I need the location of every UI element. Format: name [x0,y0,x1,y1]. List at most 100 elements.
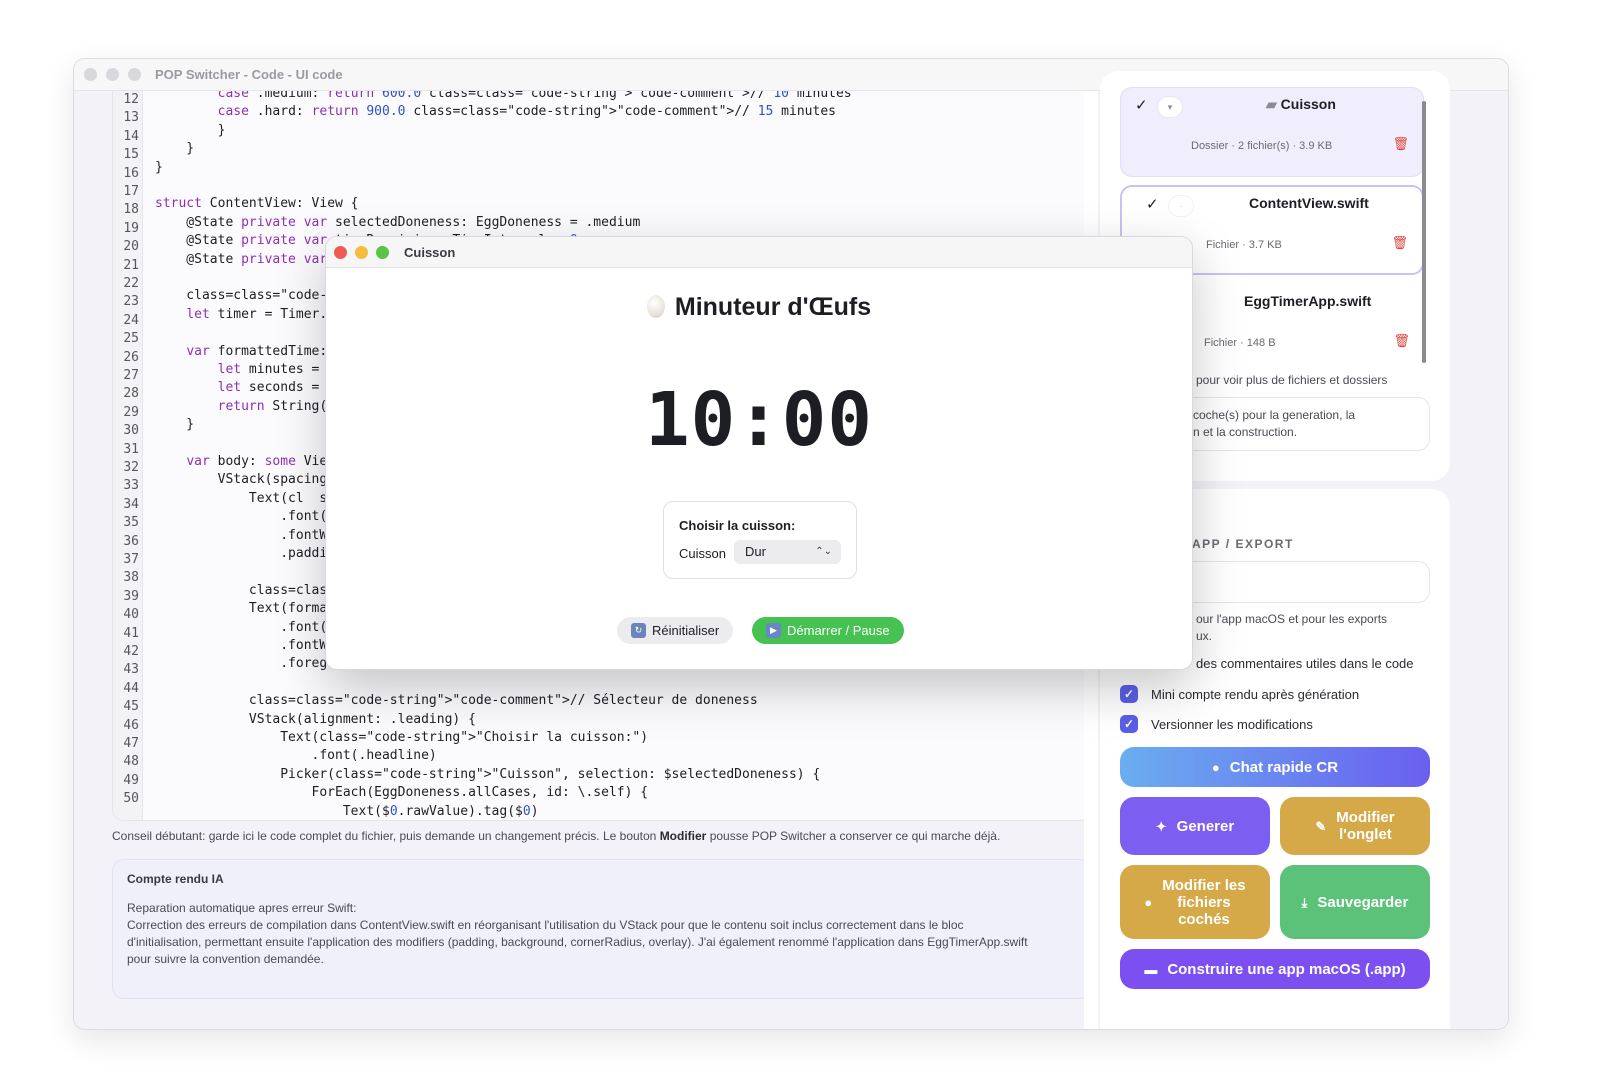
download-icon: ⤓ [1301,894,1308,910]
code-line: let timer = Timer.p [186,306,336,322]
checkbox-icon[interactable]: ✓ [1120,715,1138,733]
picker-title: Choisir la cuisson: [679,518,796,533]
section-label-export: APP / EXPORT [1192,537,1294,551]
minimize-button[interactable] [355,245,368,259]
code-line: Text(class="code-string">"Choisir la cui… [155,730,649,745]
line-number: 33 [123,478,139,494]
export-help-text: our l'app macOS et pour les exports [1196,612,1388,626]
modify-checked-files-button[interactable]: ● Modifier les fichiers cochés [1120,865,1270,939]
file-item-cuisson[interactable]: ✓ ▾ ▰ Cuisson Dossier · 2 fichier(s) · 3… [1120,87,1424,177]
line-number: 15 [123,147,139,163]
reset-button[interactable]: ↻ Réinitialiser [617,617,734,644]
chat-bubble-icon: ● [1211,759,1220,775]
close-button[interactable] [84,68,97,81]
code-line: } [155,122,226,138]
modify-tab-button[interactable]: ✎ Modifier l'onglet [1280,797,1430,855]
line-number: 49 [123,772,139,788]
line-number: 40 [123,607,139,623]
check-icon[interactable]: ✓ [1135,96,1148,114]
code-line: .font(.headline) [155,748,437,764]
line-number: 44 [123,680,139,696]
code-line: case .medium: return 600.0 class=class="… [217,91,852,101]
sparkle-icon: ✦ [1155,818,1167,834]
code-line: var formattedTime: [186,343,328,359]
close-button[interactable] [334,245,347,259]
line-number: 23 [123,294,139,310]
egg-icon [646,295,665,318]
line-number: 21 [123,257,139,273]
option-mini-report[interactable]: ✓ Mini compte rendu après génération [1120,685,1359,703]
trash-icon[interactable]: 🗑 [1393,333,1410,349]
code-line: Text($0.rawValue).tag($0) [155,803,539,819]
egg-timer-window: Cuisson Minuteur d'Œufs 10:00 Choisir la… [325,236,1193,670]
chat-button[interactable]: ● Chat rapide CR [1120,747,1430,787]
line-number: 42 [123,644,139,659]
picker-label: Cuisson [679,546,726,561]
code-line: VStack(alignment: .leading) { [155,711,476,727]
doneness-picker-box: Choisir la cuisson: Cuisson Dur ⌃⌄ [663,501,857,579]
trash-icon[interactable]: 🗑 [1392,136,1409,152]
zoom-button[interactable] [376,245,389,259]
code-line: Picker(class="code-string">"Cuisson", se… [155,766,821,782]
start-pause-button[interactable]: ▶ Démarrer / Pause [752,617,904,644]
line-number: 20 [123,239,139,255]
check-icon[interactable]: ✓ [1146,195,1159,213]
code-line: class=class="code-s [155,288,336,304]
line-number: 30 [123,423,139,439]
minimize-button[interactable] [106,68,119,81]
folder-icon: ▰ [1266,96,1277,112]
checkbox-icon[interactable]: ✓ [1120,685,1138,703]
line-number: 46 [123,717,139,733]
files-scrollbar[interactable] [1422,101,1426,363]
line-number: 32 [123,460,139,475]
code-line: } [155,141,195,157]
zoom-button[interactable] [128,68,141,81]
code-line: var body: some View [186,454,336,469]
save-button[interactable]: ⤓ Sauvegarder [1280,865,1430,939]
generate-button[interactable]: ✦ Generer [1120,797,1270,855]
file-meta: Dossier · 2 fichier(s) · 3.9 KB [1191,140,1333,152]
chevron-down-icon[interactable]: · [1168,195,1194,217]
code-line: } [155,159,163,175]
chevron-up-down-icon: ⌃⌄ [815,546,832,557]
code-line: return String(f [217,398,336,414]
play-icon: ▶ [766,623,781,638]
comments-option[interactable]: des commentaires utiles dans le code [1196,656,1414,671]
line-number: 16 [123,165,139,181]
line-number: 36 [123,533,139,549]
line-number: 39 [123,588,139,604]
line-number: 14 [123,128,139,144]
line-number: 27 [123,368,139,383]
file-name: ▰ Cuisson [1266,96,1336,112]
code-line: .font(. [155,509,336,525]
timer-display: 10:00 [645,377,873,463]
code-line: Text(cl ss= [155,490,343,506]
file-name: ContentView.swift [1249,195,1369,211]
line-number: 47 [123,736,139,751]
line-number: 35 [123,515,139,531]
code-line: case .hard: return 900.0 class=class="co… [217,104,836,120]
code-line: @State private var selectedDoneness: Egg… [155,214,641,230]
line-number: 18 [123,202,139,218]
line-number: 41 [123,625,139,641]
line-number: 28 [123,386,139,402]
line-number: 50 [123,791,139,807]
chevron-down-icon[interactable]: ▾ [1157,96,1183,118]
line-number: 12 [123,92,139,107]
report-text: Reparation automatique apres erreur Swif… [127,901,357,915]
pencil-icon: ✎ [1315,818,1327,834]
line-number: 43 [123,662,139,678]
build-app-button[interactable]: ▬ Construire une app macOS (.app) [1120,949,1430,989]
code-line: let minutes = I [217,362,336,377]
line-number: 26 [123,349,139,365]
line-number: 31 [123,441,139,457]
file-meta: Fichier · 3.7 KB [1206,239,1282,251]
code-line: VStack(spacing: [155,472,336,488]
option-versioning[interactable]: ✓ Versionner les modifications [1120,715,1313,733]
code-line: .paddir [155,546,336,561]
trash-icon[interactable]: 🗑 [1391,235,1408,251]
line-number: 25 [123,331,139,347]
line-number: 48 [123,754,139,770]
code-line: class=class [155,582,336,598]
doneness-select[interactable]: Dur ⌃⌄ [734,540,841,564]
